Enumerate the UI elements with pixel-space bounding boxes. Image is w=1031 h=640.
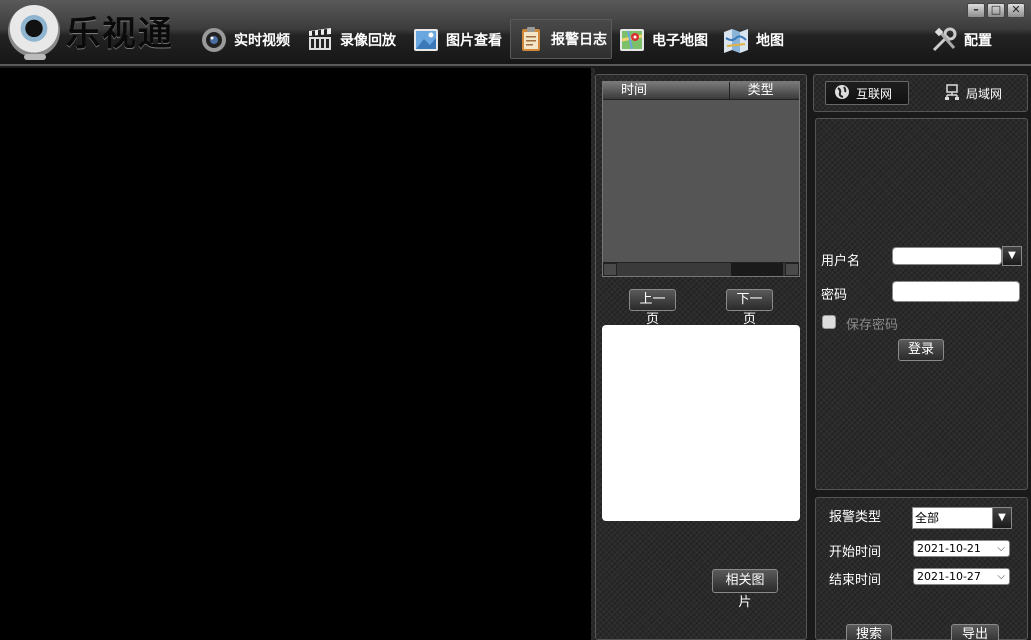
nav-label: 图片查看 xyxy=(446,33,502,49)
chevron-down-icon: ⌵ xyxy=(997,571,1005,582)
username-dropdown-button[interactable]: ▼ xyxy=(1002,246,1022,266)
video-view[interactable] xyxy=(0,68,591,640)
tools-icon xyxy=(930,26,958,54)
network-tabs: 互联网 局域网 xyxy=(813,74,1028,112)
save-password-checkbox[interactable] xyxy=(822,315,836,329)
export-button[interactable]: 导出 xyxy=(951,624,999,640)
triangle-down-icon: ▼ xyxy=(1008,250,1016,261)
chevron-down-icon: ⌵ xyxy=(997,543,1005,554)
table-header: 时间 类型 xyxy=(603,82,799,100)
end-date-value: 2021-10-27 xyxy=(917,570,981,583)
nav-label: 电子地图 xyxy=(652,33,708,49)
clapperboard-icon xyxy=(306,26,334,54)
scroll-right-button[interactable] xyxy=(785,263,799,276)
alarm-log-table[interactable]: 时间 类型 xyxy=(602,81,800,277)
save-password-label: 保存密码 xyxy=(846,318,899,333)
column-header-time[interactable]: 时间 xyxy=(603,82,730,99)
nav-label: 实时视频 xyxy=(234,33,290,49)
horizontal-scrollbar[interactable] xyxy=(603,262,799,276)
tab-internet[interactable]: 互联网 xyxy=(825,81,909,105)
webcam-stand xyxy=(24,54,46,60)
start-time-label: 开始时间 xyxy=(829,545,882,560)
top-toolbar: 乐视通 实时视频 录像回放 图片查看 报警日志 电子地图 地图 配置 – □ ✕ xyxy=(0,0,1031,66)
triangle-down-icon: ▼ xyxy=(998,512,1006,523)
clipboard-icon xyxy=(517,25,545,53)
nav-pictures[interactable]: 图片查看 xyxy=(412,20,502,60)
username-label: 用户名 xyxy=(821,254,861,269)
globe-icon xyxy=(834,84,850,103)
nav-playback[interactable]: 录像回放 xyxy=(306,20,396,60)
login-button[interactable]: 登录 xyxy=(898,339,944,361)
webcam-logo-icon xyxy=(8,5,60,57)
tab-label: 局域网 xyxy=(966,86,1003,101)
app-title: 乐视通 xyxy=(66,14,174,54)
picture-icon xyxy=(412,26,440,54)
minimize-button[interactable]: – xyxy=(967,3,985,18)
password-label: 密码 xyxy=(821,288,848,303)
nav-label: 录像回放 xyxy=(340,33,396,49)
window-controls: – □ ✕ xyxy=(967,3,1025,18)
related-image-preview xyxy=(602,325,800,521)
map-pin-icon xyxy=(618,26,646,54)
scroll-thumb[interactable] xyxy=(731,263,783,276)
folded-map-icon xyxy=(722,26,750,54)
nav-map[interactable]: 地图 xyxy=(722,20,784,60)
alarm-log-panel: 时间 类型 上一页 下一页 相关图片 xyxy=(595,74,807,640)
network-icon xyxy=(944,83,960,103)
alarm-type-dropdown-button[interactable]: ▼ xyxy=(992,507,1012,529)
scroll-left-button[interactable] xyxy=(603,263,617,276)
login-panel: 用户名 ▼ 密码 保存密码 登录 xyxy=(815,118,1028,490)
end-date-picker[interactable]: 2021-10-27 ⌵ xyxy=(913,568,1010,585)
column-header-type[interactable]: 类型 xyxy=(730,82,799,99)
nav-electronic-map[interactable]: 电子地图 xyxy=(618,20,708,60)
username-input[interactable] xyxy=(892,247,1002,265)
start-date-picker[interactable]: 2021-10-21 ⌵ xyxy=(913,540,1010,557)
search-button[interactable]: 搜索 xyxy=(846,624,892,640)
nav-label: 配置 xyxy=(964,33,992,49)
tab-label: 互联网 xyxy=(856,86,893,101)
alarm-search-panel: 报警类型 全部 ▼ 开始时间 2021-10-21 ⌵ 结束时间 2021-10… xyxy=(815,497,1028,640)
camera-lens-icon xyxy=(200,26,228,54)
start-date-value: 2021-10-21 xyxy=(917,542,981,555)
maximize-button[interactable]: □ xyxy=(987,3,1005,18)
end-time-label: 结束时间 xyxy=(829,573,882,588)
nav-live-video[interactable]: 实时视频 xyxy=(200,20,290,60)
nav-config[interactable]: 配置 xyxy=(930,20,992,60)
next-page-button[interactable]: 下一页 xyxy=(726,289,773,327)
password-input[interactable] xyxy=(892,281,1020,302)
tab-lan[interactable]: 局域网 xyxy=(936,81,1020,105)
close-button[interactable]: ✕ xyxy=(1007,3,1025,18)
nav-alarm-log[interactable]: 报警日志 xyxy=(510,19,612,59)
related-pictures-button[interactable]: 相关图片 xyxy=(712,569,778,610)
alarm-type-label: 报警类型 xyxy=(829,510,882,525)
nav-label: 地图 xyxy=(756,33,784,49)
nav-label: 报警日志 xyxy=(551,32,607,48)
alarm-type-select[interactable]: 全部 xyxy=(912,507,994,529)
prev-page-button[interactable]: 上一页 xyxy=(629,289,676,327)
